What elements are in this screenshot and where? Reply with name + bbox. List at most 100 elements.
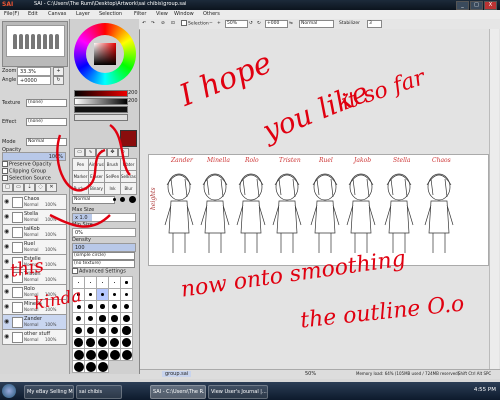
brush-dot-icon [86, 338, 95, 347]
menu-layer[interactable]: Layer [76, 11, 90, 17]
zoom-out-icon[interactable]: − [209, 20, 213, 27]
menu-canvas[interactable]: Canvas [48, 11, 66, 17]
zoom-slider[interactable]: 33.3% [17, 67, 51, 76]
effect-label: Effect [2, 119, 17, 125]
navigator-thumbnail[interactable] [6, 25, 65, 57]
stabilizer-select[interactable]: 3 [367, 20, 382, 28]
chibi-body [164, 200, 194, 253]
invert-selection-icon[interactable]: ⊡ [171, 20, 175, 27]
clock: 4:55 PM [473, 387, 496, 393]
taskbar-item[interactable]: View User's Journal |... [208, 385, 268, 399]
layer-item[interactable]: ◉ Zander Normal 100% [2, 314, 67, 330]
angle-slider[interactable]: +0000 [17, 76, 51, 85]
taskbar-item[interactable]: sai chibis [76, 385, 122, 399]
eye-icon[interactable]: ◉ [4, 303, 9, 310]
eye-icon[interactable]: ◉ [4, 198, 9, 205]
rotate-button[interactable]: ↻ [53, 76, 64, 85]
zoom-value: 33.3% [20, 69, 36, 75]
new-layer-icon[interactable]: □ [2, 183, 13, 192]
brush-dot-icon [111, 315, 118, 322]
show-selection-checkbox[interactable]: Selection [181, 20, 209, 27]
menu-view[interactable]: View [156, 11, 168, 17]
new-folder-icon[interactable]: ▭ [13, 183, 24, 192]
layer-opacity: 100% [45, 337, 57, 342]
taskbar: My eBay Selling Ma... sai chibis SAI - C… [0, 382, 500, 400]
chibi-body [200, 200, 230, 253]
menu-others[interactable]: Others [203, 11, 220, 17]
layer-opacity: 100% [45, 322, 57, 327]
color-wheel[interactable] [74, 23, 136, 85]
layer-mode: Normal [24, 337, 39, 342]
brush-dot-icon [100, 292, 105, 297]
brush-dot-icon [98, 326, 107, 335]
close-button[interactable]: X [484, 1, 497, 10]
character-label: Zander [171, 157, 193, 164]
menu-edit[interactable]: Edit [28, 11, 38, 17]
eye-icon[interactable]: ◉ [4, 273, 9, 280]
eye-icon[interactable]: ◉ [4, 228, 9, 235]
layer-mode: Normal [24, 322, 39, 327]
menu-filter[interactable]: Filter [134, 11, 146, 17]
character-label: Jakob [354, 157, 372, 164]
start-button[interactable] [2, 384, 16, 398]
maximize-button[interactable]: □ [470, 1, 483, 10]
brush-dot-icon [97, 361, 108, 372]
brush-texture-select[interactable]: (no texture) [72, 260, 135, 268]
chibi-body [424, 200, 454, 253]
eye-icon[interactable]: ◉ [4, 213, 9, 220]
brush-size-preset[interactable] [96, 360, 109, 373]
brush-dot-icon [109, 337, 120, 348]
rotate-right-icon[interactable]: ↻ [257, 20, 261, 27]
advanced-settings-label: Advanced Settings [79, 268, 126, 275]
redo-icon[interactable]: ↷ [151, 20, 155, 27]
character-label: Chaos [432, 157, 451, 164]
brush-dot-icon [97, 349, 108, 360]
rotation-select[interactable]: +000 [265, 20, 288, 28]
brush-dot-icon [122, 326, 131, 335]
character-label: Rolo [245, 157, 259, 164]
taskbar-item[interactable]: SAI - C:\Users\The R... [150, 385, 206, 399]
zoom-select[interactable]: 50% [225, 20, 248, 28]
chibi-body [384, 200, 414, 253]
brush-dot-icon [121, 337, 132, 348]
zoom-in-icon[interactable]: + [217, 20, 221, 27]
chibi-body [236, 200, 266, 253]
undo-icon[interactable]: ↶ [142, 20, 146, 27]
taskbar-item[interactable]: My eBay Selling Ma... [24, 385, 74, 399]
deselect-icon[interactable]: ⊘ [161, 20, 165, 27]
vertical-scrollbar[interactable] [489, 29, 499, 374]
brush-dot-icon [74, 338, 83, 347]
saturation-value-square[interactable] [94, 43, 116, 65]
eye-icon[interactable]: ◉ [4, 318, 9, 325]
stabilizer-label: Stabilizer [339, 21, 360, 26]
flip-icon[interactable]: ⇋ [289, 20, 293, 27]
brush-dot-icon [99, 315, 106, 322]
eye-icon[interactable]: ◉ [4, 243, 9, 250]
view-mode-select[interactable]: Normal [299, 20, 334, 28]
character-label: Stella [393, 157, 411, 164]
layer-item[interactable]: ◉ other stuff Normal 100% [2, 329, 67, 345]
brush-size-preset[interactable] [120, 348, 133, 361]
eye-icon[interactable]: ◉ [4, 288, 9, 295]
advanced-settings-toggle[interactable]: Advanced Settings [72, 268, 126, 275]
brush-dot-icon [101, 281, 104, 284]
brush-dot-icon [97, 337, 108, 348]
brush-dot-icon [89, 281, 92, 284]
eye-icon[interactable]: ◉ [4, 333, 9, 340]
brush-dot-icon [121, 349, 132, 360]
minimize-button[interactable]: _ [456, 1, 469, 10]
menu-window[interactable]: Window [174, 11, 194, 17]
document-tab[interactable]: group.sai [162, 371, 192, 377]
document-zoom: 50% [305, 371, 317, 377]
brush-dot-icon [78, 282, 79, 283]
zoom-in-button[interactable]: + [53, 67, 64, 76]
menu-selection[interactable]: Selection [99, 11, 122, 17]
menu-file[interactable]: File(F) [4, 11, 19, 17]
brush-dot-icon [86, 326, 95, 335]
drawing-canvas[interactable]: Zander Minella Rolo Tristen Ruel Jakob S… [148, 154, 489, 266]
chibi-body [272, 200, 302, 253]
brush-dot-icon [85, 349, 96, 360]
navigator[interactable] [2, 21, 68, 67]
rotate-left-icon[interactable]: ↺ [249, 20, 253, 27]
brush-dot-icon [87, 315, 94, 322]
